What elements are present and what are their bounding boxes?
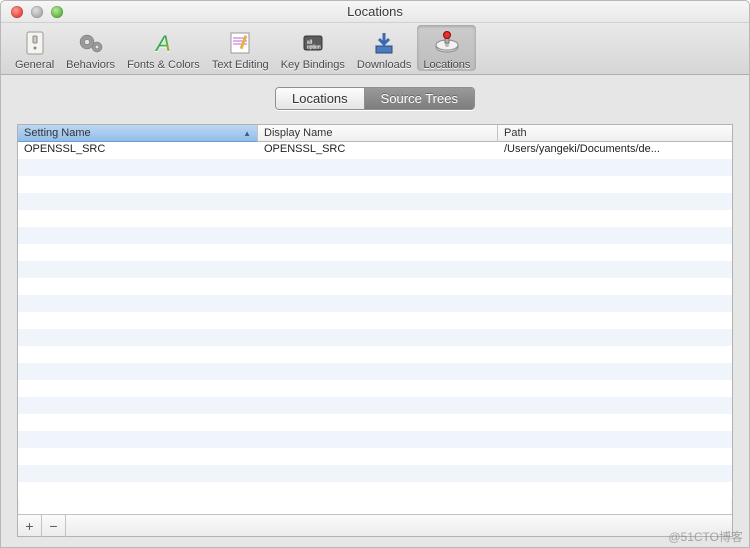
segmented-control: Locations Source Trees bbox=[275, 87, 475, 110]
table-row bbox=[18, 210, 732, 227]
fonts-icon: A bbox=[147, 27, 179, 59]
table-row bbox=[18, 380, 732, 397]
table-row bbox=[18, 261, 732, 278]
preferences-window: Locations General Behaviors A Fonts & Co… bbox=[0, 0, 750, 548]
toolbar-downloads[interactable]: Downloads bbox=[351, 25, 417, 71]
toolbar-label: Fonts & Colors bbox=[127, 59, 200, 71]
table-row bbox=[18, 329, 732, 346]
toolbar-label: Behaviors bbox=[66, 59, 115, 71]
source-trees-table: Setting Name Display Name Path OPENSSL_S… bbox=[17, 124, 733, 537]
toolbar-text-editing[interactable]: Text Editing bbox=[206, 25, 275, 71]
cell-setting-name: OPENSSL_SRC bbox=[18, 142, 258, 159]
add-button[interactable]: + bbox=[18, 515, 42, 537]
table-row bbox=[18, 244, 732, 261]
notepad-icon bbox=[224, 27, 256, 59]
gears-icon bbox=[75, 27, 107, 59]
switch-icon bbox=[19, 27, 51, 59]
table-row bbox=[18, 397, 732, 414]
column-display-name[interactable]: Display Name bbox=[258, 125, 498, 142]
svg-text:option: option bbox=[307, 44, 321, 50]
cell-display-name: OPENSSL_SRC bbox=[258, 142, 498, 159]
titlebar: Locations bbox=[1, 1, 749, 23]
table-row bbox=[18, 159, 732, 176]
disk-icon bbox=[431, 27, 463, 59]
table-row bbox=[18, 448, 732, 465]
toolbar-label: General bbox=[15, 59, 54, 71]
toolbar-locations[interactable]: Locations bbox=[417, 25, 476, 71]
toolbar-fonts-colors[interactable]: A Fonts & Colors bbox=[121, 25, 206, 71]
window-title: Locations bbox=[1, 4, 749, 19]
remove-button[interactable]: − bbox=[42, 515, 66, 537]
toolbar-key-bindings[interactable]: altoption Key Bindings bbox=[275, 25, 351, 71]
table-row bbox=[18, 176, 732, 193]
table-row bbox=[18, 346, 732, 363]
download-icon bbox=[368, 27, 400, 59]
table-row bbox=[18, 431, 732, 448]
table-row bbox=[18, 193, 732, 210]
toolbar-general[interactable]: General bbox=[9, 25, 60, 71]
segmented-control-wrap: Locations Source Trees bbox=[17, 87, 733, 110]
tab-locations[interactable]: Locations bbox=[276, 88, 365, 109]
table-row bbox=[18, 295, 732, 312]
key-icon: altoption bbox=[297, 27, 329, 59]
watermark: @51CTO博客 bbox=[668, 528, 743, 545]
toolbar-label: Locations bbox=[423, 59, 470, 71]
table-row[interactable]: OPENSSL_SRC OPENSSL_SRC /Users/yangeki/D… bbox=[18, 142, 732, 159]
table-row bbox=[18, 465, 732, 482]
tab-source-trees[interactable]: Source Trees bbox=[365, 88, 474, 109]
table-row bbox=[18, 312, 732, 329]
table-row bbox=[18, 414, 732, 431]
toolbar-label: Downloads bbox=[357, 59, 411, 71]
toolbar-behaviors[interactable]: Behaviors bbox=[60, 25, 121, 71]
table-header: Setting Name Display Name Path bbox=[18, 125, 732, 142]
preferences-toolbar: General Behaviors A Fonts & Colors Text … bbox=[1, 23, 749, 75]
table-body[interactable]: OPENSSL_SRC OPENSSL_SRC /Users/yangeki/D… bbox=[18, 142, 732, 514]
toolbar-label: Key Bindings bbox=[281, 59, 345, 71]
table-row bbox=[18, 363, 732, 380]
table-footer: + − bbox=[18, 514, 732, 536]
svg-text:A: A bbox=[154, 31, 171, 56]
table-row bbox=[18, 278, 732, 295]
toolbar-label: Text Editing bbox=[212, 59, 269, 71]
column-setting-name[interactable]: Setting Name bbox=[18, 125, 258, 142]
column-path[interactable]: Path bbox=[498, 125, 732, 142]
content-area: Locations Source Trees Setting Name Disp… bbox=[1, 75, 749, 547]
table-row bbox=[18, 227, 732, 244]
cell-path: /Users/yangeki/Documents/de... bbox=[498, 142, 732, 159]
table-row bbox=[18, 482, 732, 499]
